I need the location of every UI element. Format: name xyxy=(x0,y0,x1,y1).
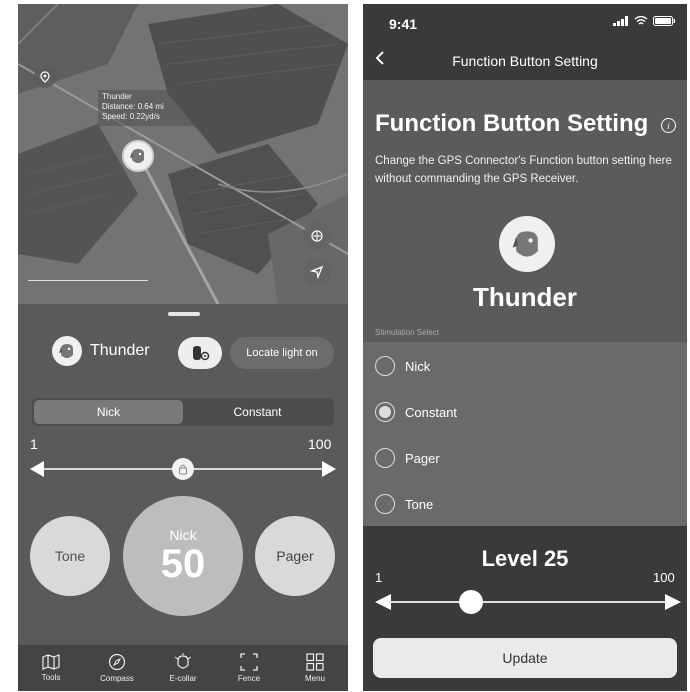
tab-label: E-collar xyxy=(169,674,197,683)
radio-button[interactable] xyxy=(375,494,395,514)
nick-level-value: 50 xyxy=(160,542,206,586)
main-screen: Thunder Distance: 0.64 mi Speed: 0.22yd/… xyxy=(18,4,348,691)
tone-button[interactable]: Tone xyxy=(30,516,110,596)
mode-constant-tab[interactable]: Constant xyxy=(183,400,332,424)
dog-head-icon xyxy=(59,344,73,358)
pager-label: Pager xyxy=(276,548,314,564)
dog-avatar xyxy=(499,216,555,272)
tab-label: Fence xyxy=(237,674,261,683)
level-slider[interactable] xyxy=(375,590,681,614)
range-min-label: 1 xyxy=(30,436,38,452)
option-pager[interactable]: Pager xyxy=(375,448,440,468)
option-label: Constant xyxy=(405,404,458,420)
navigate-button[interactable] xyxy=(303,258,331,286)
map-scale-bar xyxy=(28,280,148,284)
tab-tools[interactable]: Tools xyxy=(18,645,84,691)
nick-button[interactable]: Nick 50 xyxy=(123,496,243,616)
info-name: Thunder xyxy=(102,92,132,101)
range-max-label: 100 xyxy=(308,436,332,452)
dog-avatar xyxy=(52,336,82,366)
option-nick[interactable]: Nick xyxy=(375,356,430,376)
tab-menu[interactable]: Menu xyxy=(282,645,348,691)
lock-icon xyxy=(179,464,187,475)
radio-button[interactable] xyxy=(375,356,395,376)
dog-name: Thunder xyxy=(90,342,150,359)
update-button[interactable]: Update xyxy=(373,638,677,678)
info-speed: Speed: 0.22yd/s xyxy=(102,112,160,121)
slider-track[interactable] xyxy=(389,601,667,603)
drag-handle[interactable] xyxy=(168,312,200,316)
tab-compass[interactable]: Compass xyxy=(84,645,150,691)
tab-label: Tools xyxy=(41,673,61,682)
e-collar-icon xyxy=(174,653,192,669)
compass-icon xyxy=(108,653,126,671)
navigation-arrow-icon xyxy=(310,265,324,279)
tab-label: Compass xyxy=(100,674,134,683)
level-max-label: 100 xyxy=(653,570,675,585)
nick-label: Nick xyxy=(169,527,197,543)
info-icon[interactable]: i xyxy=(661,118,676,133)
option-label: Tone xyxy=(405,496,434,512)
increase-arrow-icon[interactable] xyxy=(322,461,336,477)
fence-icon xyxy=(240,653,258,671)
tone-label: Tone xyxy=(54,548,86,564)
satellite-map[interactable]: Thunder Distance: 0.64 mi Speed: 0.22yd/… xyxy=(18,4,348,304)
option-tone[interactable]: Tone xyxy=(375,494,433,514)
nav-title: Function Button Setting xyxy=(452,53,598,69)
info-distance: Distance: 0.64 mi xyxy=(102,102,164,111)
option-label: Pager xyxy=(405,450,440,466)
stimulation-options: Nick Constant Pager Tone xyxy=(363,342,687,526)
slider-thumb[interactable] xyxy=(172,458,194,480)
bottom-tab-bar: Tools Compass E-collar Fence Menu xyxy=(18,645,348,691)
mode-segmented-control: Nick Constant xyxy=(32,398,334,426)
dog-head-icon xyxy=(512,231,538,257)
signal-icon xyxy=(613,16,628,26)
section-label: Stimulation Select xyxy=(375,328,440,337)
level-title: Level 25 xyxy=(481,546,569,571)
location-pin-button[interactable] xyxy=(34,66,56,88)
collar-settings-button[interactable] xyxy=(178,337,222,369)
decrease-arrow-icon[interactable] xyxy=(30,461,44,477)
location-pin-icon xyxy=(40,71,50,83)
function-button-screen: 9:41 Function Button Setting Function Bu… xyxy=(363,4,687,691)
page-description: Change the GPS Connector's Function butt… xyxy=(375,155,672,185)
nav-bar: Function Button Setting xyxy=(363,40,687,80)
radio-button[interactable] xyxy=(375,448,395,468)
option-constant[interactable]: Constant xyxy=(375,402,457,422)
collar-gear-icon xyxy=(193,346,210,361)
status-time: 9:41 xyxy=(389,16,418,32)
increase-arrow-icon[interactable] xyxy=(665,594,681,610)
dog-selector[interactable]: Thunder xyxy=(52,336,150,366)
mode-nick-tab[interactable]: Nick xyxy=(34,400,183,424)
page-title: Function Button Setting xyxy=(375,110,649,137)
map-terrain xyxy=(18,4,348,304)
dog-map-marker[interactable] xyxy=(122,140,154,172)
locate-light-button[interactable]: Locate light on xyxy=(230,337,334,369)
wifi-icon xyxy=(634,16,648,25)
status-icons xyxy=(613,16,675,26)
tab-fence[interactable]: Fence xyxy=(216,645,282,691)
grid-icon xyxy=(306,653,324,671)
map-layer-button[interactable] xyxy=(303,222,331,250)
status-bar: 9:41 xyxy=(363,4,687,40)
dog-info-box: Thunder Distance: 0.64 mi Speed: 0.22yd/… xyxy=(98,90,194,126)
dog-name: Thunder xyxy=(473,282,577,312)
battery-icon xyxy=(653,16,675,26)
dog-track-icon xyxy=(311,230,323,242)
slider-thumb[interactable] xyxy=(459,590,483,614)
pager-button[interactable]: Pager xyxy=(255,516,335,596)
radio-button-selected[interactable] xyxy=(375,402,395,422)
tab-e-collar[interactable]: E-collar xyxy=(150,645,216,691)
tab-label: Menu xyxy=(304,674,325,683)
level-min-label: 1 xyxy=(375,570,383,585)
level-panel: Level 25 1 100 Update xyxy=(363,526,687,691)
dog-head-icon xyxy=(130,149,144,163)
map-icon xyxy=(42,654,60,670)
option-label: Nick xyxy=(405,358,431,374)
intensity-slider[interactable] xyxy=(30,458,336,480)
